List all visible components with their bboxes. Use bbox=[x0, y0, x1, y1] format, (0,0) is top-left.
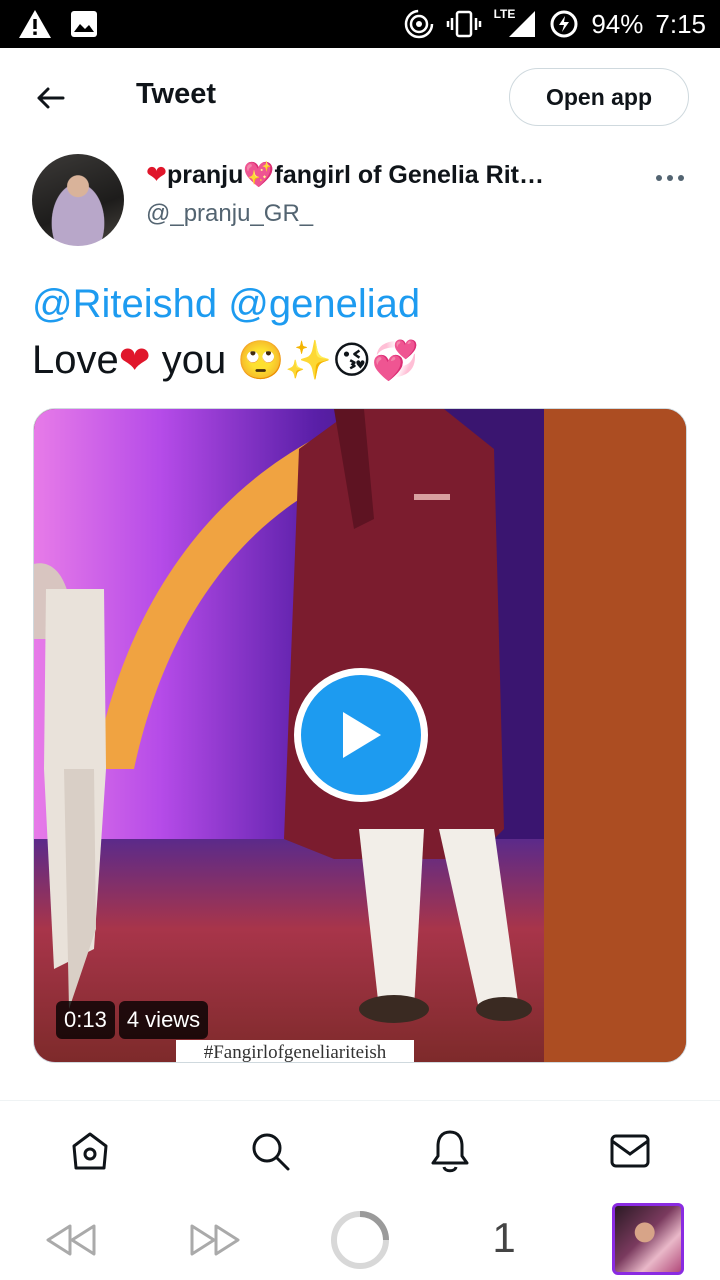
emoji-eye-roll: 🙄 bbox=[237, 340, 285, 382]
tweet-text: @Riteishd @geneliad Love❤ you 🙄✨😘💞 bbox=[32, 276, 692, 389]
nav-home[interactable] bbox=[68, 1129, 112, 1173]
mentions-line: @Riteishd @geneliad bbox=[32, 276, 692, 332]
fast-forward-button[interactable] bbox=[188, 1220, 242, 1260]
clock: 7:15 bbox=[655, 8, 706, 39]
search-icon bbox=[252, 1133, 290, 1171]
tweet-word-love: Love bbox=[32, 338, 119, 382]
more-options-button[interactable] bbox=[650, 164, 690, 192]
more-icon bbox=[656, 175, 684, 181]
mention-geneliad[interactable]: @geneliad bbox=[228, 282, 420, 326]
play-button[interactable] bbox=[294, 668, 428, 802]
rewind-icon bbox=[46, 1224, 96, 1256]
video-watermark: #Fangirlofgeneliariteish bbox=[176, 1040, 414, 1062]
back-button[interactable] bbox=[30, 78, 70, 118]
image-icon bbox=[70, 10, 98, 38]
notifications-icon bbox=[431, 1130, 469, 1173]
home-icon bbox=[72, 1132, 108, 1170]
open-app-button[interactable]: Open app bbox=[509, 68, 689, 126]
bottom-nav bbox=[0, 1101, 720, 1201]
display-name[interactable]: ❤pranju💖fangirl of Genelia Rit… bbox=[146, 160, 616, 190]
battery-saver-icon bbox=[549, 9, 579, 39]
arrow-left-icon bbox=[37, 87, 65, 109]
nav-messages[interactable] bbox=[608, 1129, 652, 1173]
avatar[interactable] bbox=[32, 154, 124, 246]
battery-level: 94% bbox=[591, 8, 644, 39]
warning-icon bbox=[18, 9, 52, 39]
mention-riteishd[interactable]: @Riteishd bbox=[32, 282, 217, 326]
play-icon bbox=[343, 712, 381, 758]
message-line: Love❤ you 🙄✨😘💞 bbox=[32, 332, 692, 389]
display-name-part2: fangirl of Genelia Rit… bbox=[274, 161, 544, 189]
tweet-word-you: you bbox=[161, 338, 227, 382]
vibrate-icon bbox=[446, 10, 482, 38]
display-name-part1: pranju bbox=[166, 161, 244, 189]
loading-spinner-icon bbox=[331, 1211, 389, 1269]
nav-notifications[interactable] bbox=[428, 1129, 472, 1173]
video-badges: 0:13 4 views bbox=[56, 1001, 209, 1039]
video-duration: 0:13 bbox=[56, 1001, 115, 1039]
hotspot-icon bbox=[404, 9, 434, 39]
reload-button[interactable] bbox=[328, 1208, 392, 1272]
video-views: 4 views bbox=[118, 1001, 209, 1039]
status-bar: LTE 94% 7:15 bbox=[0, 0, 720, 48]
emoji-kiss: 😘 bbox=[332, 340, 372, 382]
tab-thumbnail[interactable] bbox=[612, 1203, 684, 1275]
top-bar: Tweet Open app bbox=[0, 48, 720, 148]
sparkling-heart-icon: 💖 bbox=[243, 161, 275, 189]
fast-forward-icon bbox=[190, 1224, 240, 1256]
user-handle[interactable]: @_pranju_GR_ bbox=[146, 200, 313, 228]
emoji-sparkles: ✨ bbox=[284, 340, 332, 382]
page-title: Tweet bbox=[136, 78, 217, 110]
tab-count[interactable]: 1 bbox=[480, 1210, 528, 1266]
red-heart-icon: ❤ bbox=[146, 161, 167, 189]
rewind-button[interactable] bbox=[44, 1220, 98, 1260]
messages-icon bbox=[610, 1134, 650, 1168]
signal-icon: LTE bbox=[493, 7, 538, 39]
network-type: LTE bbox=[493, 7, 516, 21]
red-heart-icon: ❤ bbox=[118, 340, 151, 382]
nav-search[interactable] bbox=[248, 1129, 292, 1173]
emoji-revolving-hearts: 💞 bbox=[371, 340, 419, 382]
